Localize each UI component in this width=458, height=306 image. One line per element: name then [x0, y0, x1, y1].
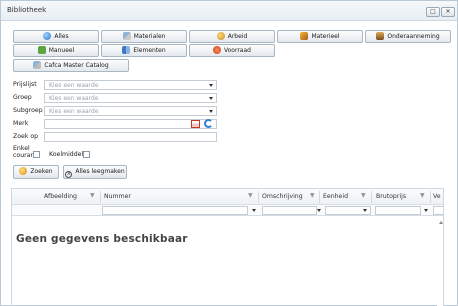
omschrijving-filter-input[interactable]: [262, 206, 317, 215]
filter-alles-button[interactable]: Alles: [13, 30, 99, 43]
filter-elementen-button[interactable]: Elementen: [101, 44, 187, 57]
subgroep-placeholder: Kies een waarde: [49, 108, 99, 115]
column-divider[interactable]: [258, 191, 259, 203]
scroll-up-icon[interactable]: [438, 221, 443, 224]
prijslijst-select[interactable]: Kies een waarde: [44, 80, 217, 90]
column-header-nummer[interactable]: Nummer: [104, 193, 131, 200]
filter-voorraad-label: Voorraad: [224, 47, 251, 54]
filter-voorraad-button[interactable]: Voorraad: [189, 44, 275, 57]
groep-placeholder: Kies een waarde: [49, 95, 99, 102]
filter-materieel-button[interactable]: Materieel: [277, 30, 363, 43]
clear-all-button-label: Alles leegmaken: [75, 168, 125, 175]
subgroep-label: Subgroep: [13, 107, 43, 114]
omschrijving-filter-dropdown[interactable]: [315, 206, 325, 215]
filter-icon[interactable]: ▼: [310, 192, 315, 199]
equipment-icon: [300, 32, 309, 40]
column-header-omschrijving[interactable]: Omschrijving: [262, 193, 303, 200]
column-divider[interactable]: [319, 191, 320, 203]
close-button[interactable]: ✕: [441, 7, 455, 17]
subgroep-select[interactable]: Kies een waarde: [44, 106, 217, 116]
column-header-eenheid[interactable]: Eenheid: [323, 193, 348, 200]
materials-icon: [122, 32, 131, 40]
chevron-down-icon: [424, 209, 428, 212]
title-bar[interactable]: Bibliotheek □ ✕: [1, 1, 457, 21]
library-window: Bibliotheek □ ✕ Alles Materialen Arbeid …: [0, 0, 458, 306]
elements-icon: [122, 46, 131, 54]
nummer-filter-dropdown[interactable]: [250, 206, 260, 215]
column-divider[interactable]: [430, 191, 431, 203]
filter-cafca-label: Cafca Master Catalog: [44, 62, 109, 69]
search-icon: [19, 167, 28, 175]
filter-materieel-label: Materieel: [311, 33, 340, 40]
labor-icon: [216, 32, 225, 40]
filter-icon[interactable]: ▼: [248, 192, 253, 199]
brutoprijs-filter-dropdown[interactable]: [422, 206, 432, 215]
enkel-courant-checkbox[interactable]: [33, 151, 40, 158]
subcontract-icon: [376, 32, 385, 40]
grid-filter-row: [12, 205, 443, 216]
catalog-icon: [33, 61, 42, 69]
filter-arbeid-button[interactable]: Arbeid: [189, 30, 275, 43]
search-button-label: Zoeken: [30, 168, 53, 175]
vertical-scrollbar[interactable]: [437, 216, 443, 306]
filter-onderaanneming-label: Onderaanneming: [387, 33, 440, 40]
filter-arbeid-label: Arbeid: [227, 33, 248, 40]
maximize-button[interactable]: □: [426, 7, 440, 17]
filter-manueel-button[interactable]: Manueel: [13, 44, 99, 57]
filter-elementen-label: Elementen: [133, 47, 166, 54]
prijslijst-label: Prijslijst: [13, 81, 37, 88]
manual-icon: [37, 46, 46, 54]
filter-icon[interactable]: ▼: [420, 192, 425, 199]
empty-message: Geen gegevens beschikbaar: [16, 233, 188, 245]
filter-manueel-label: Manueel: [48, 47, 75, 54]
groep-label: Groep: [13, 94, 32, 101]
prijslijst-placeholder: Kies een waarde: [49, 82, 99, 89]
filter-icon[interactable]: ▼: [361, 192, 366, 199]
refresh-icon[interactable]: [204, 119, 213, 128]
list-icon[interactable]: [191, 120, 200, 128]
chevron-down-icon: [209, 97, 213, 100]
clear-all-button[interactable]: × Alles leegmaken: [63, 165, 127, 179]
column-header-afbeelding[interactable]: Afbeelding: [44, 193, 77, 200]
filter-alles-label: Alles: [54, 33, 69, 40]
column-header-ve[interactable]: Ve: [433, 193, 441, 200]
filter-materialen-button[interactable]: Materialen: [101, 30, 187, 43]
chevron-down-icon: [209, 110, 213, 113]
search-button[interactable]: Zoeken: [13, 165, 59, 179]
clear-icon: ×: [65, 171, 73, 178]
filter-materialen-label: Materialen: [133, 33, 166, 40]
column-header-brutoprijs[interactable]: Brutoprijs: [376, 193, 406, 200]
filter-cafca-master-catalog-button[interactable]: Cafca Master Catalog: [13, 59, 129, 72]
zoek-op-label: Zoek op: [13, 133, 39, 140]
results-grid: Afbeelding ▼ Nummer ▼ Omschrijving ▼ Een…: [11, 188, 444, 306]
merk-label: Merk: [13, 120, 29, 127]
chevron-down-icon: [317, 209, 321, 212]
eenheid-filter-dropdown[interactable]: [361, 206, 371, 215]
koelmiddel-label: Koelmiddel: [49, 151, 84, 158]
chevron-down-icon: [209, 84, 213, 87]
filter-icon[interactable]: ▼: [90, 192, 95, 199]
groep-select[interactable]: Kies een waarde: [44, 93, 217, 103]
column-divider[interactable]: [371, 191, 372, 203]
brutoprijs-filter-input[interactable]: [375, 206, 421, 215]
column-divider[interactable]: [100, 191, 101, 203]
window-title: Bibliotheek: [7, 6, 47, 14]
grid-header: Afbeelding ▼ Nummer ▼ Omschrijving ▼ Een…: [12, 189, 443, 205]
nummer-filter-input[interactable]: [102, 206, 248, 215]
ve-filter-input[interactable]: [433, 206, 443, 215]
globe-icon: [43, 32, 52, 40]
filter-onderaanneming-button[interactable]: Onderaanneming: [365, 30, 451, 43]
zoek-op-input[interactable]: [44, 132, 217, 142]
koelmiddel-checkbox[interactable]: [83, 151, 90, 158]
stock-icon: [213, 46, 221, 54]
chevron-down-icon: [252, 209, 256, 212]
chevron-down-icon: [363, 209, 367, 212]
